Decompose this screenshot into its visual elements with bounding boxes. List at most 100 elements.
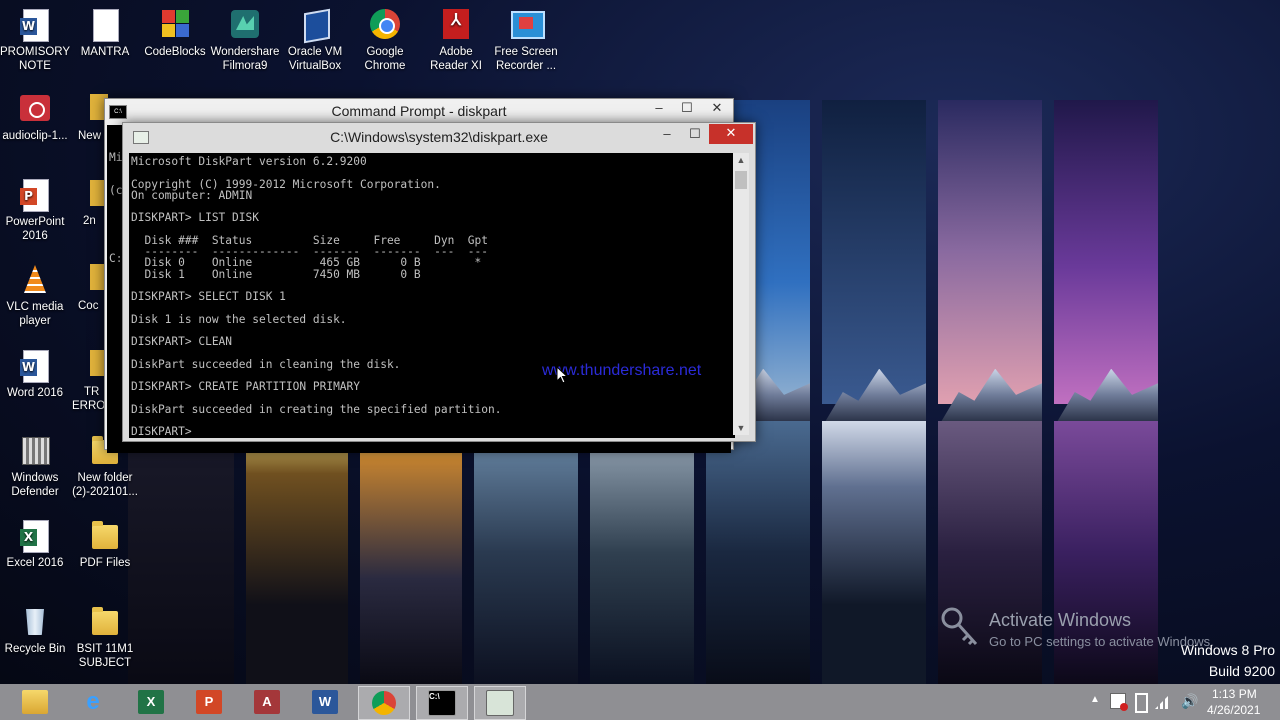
activate-windows-title: Activate Windows (989, 610, 1132, 630)
scroll-down-arrow[interactable]: ▼ (733, 421, 749, 435)
desktop-icon-adobe-reader[interactable]: ⅄ Adobe Reader XI (421, 8, 491, 73)
console-line: DISKPART> (131, 425, 192, 438)
desktop-icon-windows-defender[interactable]: Windows Defender (0, 434, 70, 499)
scroll-thumb[interactable] (735, 171, 747, 189)
desktop-icon-bsit-subject[interactable]: BSIT 11M1 SUBJECT (70, 605, 140, 670)
vertical-scrollbar[interactable]: ▲ ▼ (733, 153, 749, 435)
desktop-icon-virtualbox[interactable]: Oracle VM VirtualBox (280, 8, 350, 73)
word-icon: W (20, 359, 37, 376)
action-center-icon[interactable] (1110, 693, 1128, 711)
desktop-icon-label: VLC media player (6, 301, 64, 327)
word-document-icon: W (20, 18, 37, 35)
desktop-icon-label: PowerPoint 2016 (5, 216, 65, 242)
network-icon[interactable] (1155, 693, 1171, 709)
close-button[interactable]: ✕ (709, 124, 753, 144)
internet-explorer-icon: e (86, 688, 100, 715)
console-line: Disk 0 Online 465 GB 0 B * (131, 256, 482, 270)
desktop-icon-label: Recycle Bin (4, 643, 66, 655)
volume-icon[interactable]: 🔊 (1181, 693, 1198, 710)
desktop-icon-recycle-bin[interactable]: Recycle Bin (0, 605, 70, 656)
desktop-icon-label: PDF Files (79, 557, 131, 569)
window-titlebar[interactable]: C:\Windows\system32\diskpart.exe – ☐ ✕ (123, 123, 755, 151)
virtualbox-icon (298, 8, 332, 44)
taskbar-button[interactable]: P (184, 686, 234, 718)
chrome-taskbar-icon (372, 691, 396, 715)
desktop-icon-mantra[interactable]: MANTRA (70, 8, 140, 59)
screen-recorder-icon (509, 8, 545, 42)
folder-icon (88, 605, 122, 639)
audio-clip-icon (18, 92, 52, 126)
taskbar-button[interactable]: C:\ (416, 686, 468, 720)
console-line: Disk 1 is now the selected disk. (131, 312, 347, 326)
partial-label: 2n (83, 215, 96, 227)
desktop-icon-pdf-files[interactable]: PDF Files (70, 519, 140, 570)
console-output: Microsoft DiskPart version 6.2.9200 Copyr… (129, 153, 735, 438)
taskbar-button[interactable]: e (68, 686, 118, 718)
taskbar-button[interactable]: X (126, 686, 176, 718)
cmd-app-icon: C:\ (109, 105, 127, 119)
desktop-icon-audioclip[interactable]: audioclip-1... (0, 92, 70, 143)
taskbar-button[interactable] (474, 686, 526, 720)
window-titlebar[interactable]: C:\ Command Prompt - diskpart – ☐ ✕ (105, 99, 733, 123)
partial-label: Coc (78, 300, 99, 312)
desktop-icon-label: audioclip-1... (2, 130, 68, 142)
desktop-icon-filmora[interactable]: Wondershare Filmora9 (210, 8, 280, 73)
window-title: C:\Windows\system32\diskpart.exe (330, 129, 548, 145)
console-line: DISKPART> CREATE PARTITION PRIMARY (131, 380, 361, 393)
partial-label: TR (84, 386, 100, 398)
desktop-icon-excel-2016[interactable]: X Excel 2016 (0, 519, 70, 570)
desktop-icon-label: CodeBlocks (144, 46, 206, 58)
taskbar-button[interactable]: W (300, 686, 350, 718)
diskpart-app-icon (133, 131, 149, 144)
windows-edition: Windows 8 Pro (1180, 642, 1275, 658)
console-line: On computer: ADMIN (131, 188, 253, 202)
desktop-icon-label: MANTRA (80, 46, 130, 58)
taskbar: e X P A W C:\ ▲ 🔊 1:13 PM 4/26/2021 (0, 684, 1280, 720)
powerpoint-taskbar-icon: P (196, 690, 222, 714)
close-button[interactable]: ✕ (701, 99, 733, 119)
desktop-icon-label: Oracle VM VirtualBox (287, 46, 343, 72)
command-prompt-taskbar-icon: C:\ (428, 690, 456, 716)
taskbar-button[interactable]: A (242, 686, 292, 718)
maximize-button[interactable]: ☐ (673, 99, 701, 119)
desktop-icon-chrome[interactable]: Google Chrome (350, 8, 420, 73)
file-explorer-icon (22, 690, 48, 714)
desktop-icon-word-2016[interactable]: W Word 2016 (0, 349, 70, 400)
console-line: DISKPART> LIST DISK (131, 211, 259, 225)
vlc-icon (18, 263, 52, 297)
excel-icon: X (20, 529, 37, 546)
diskpart-window[interactable]: C:\Windows\system32\diskpart.exe – ☐ ✕ M… (122, 122, 756, 442)
console-line: Disk 1 Online 7450 MB 0 B (131, 267, 421, 281)
diskpart-taskbar-icon (486, 690, 514, 716)
console-line: DiskPart succeeded in creating the speci… (131, 402, 502, 416)
chrome-icon (368, 8, 402, 42)
blank-document-icon (88, 8, 122, 42)
desktop-icon-vlc[interactable]: VLC media player (0, 263, 70, 328)
desktop-icon-codeblocks[interactable]: CodeBlocks (140, 8, 210, 59)
clock-date[interactable]: 4/26/2021 (1207, 703, 1260, 717)
windows-defender-icon (18, 434, 52, 468)
desktop-icon-free-screen-recorder[interactable]: Free Screen Recorder ... (491, 8, 561, 73)
console-line: Microsoft DiskPart version 6.2.9200 (131, 155, 367, 168)
recycle-bin-icon (18, 605, 52, 639)
mouse-cursor-icon (556, 365, 569, 389)
clock-time[interactable]: 1:13 PM (1212, 687, 1257, 701)
taskbar-button[interactable] (10, 686, 60, 718)
desktop-icon-label: PROMISORY NOTE (0, 46, 71, 72)
scroll-up-arrow[interactable]: ▲ (733, 153, 749, 167)
codeblocks-icon (158, 8, 192, 42)
battery-icon[interactable] (1135, 693, 1148, 713)
maximize-button[interactable]: ☐ (681, 125, 709, 145)
desktop-icon-label: New folder (2)-202101... (72, 472, 138, 498)
desktop-icon-powerpoint[interactable]: P PowerPoint 2016 (0, 178, 70, 243)
minimize-button[interactable]: – (653, 125, 681, 145)
minimize-button[interactable]: – (645, 99, 673, 119)
excel-taskbar-icon: X (138, 690, 164, 714)
taskbar-button[interactable] (358, 686, 410, 720)
desktop-icon-promisory-note[interactable]: W PROMISORY NOTE (0, 8, 70, 73)
tray-overflow-icon[interactable]: ▲ (1090, 694, 1100, 705)
desktop-icon-label: Free Screen Recorder ... (494, 46, 558, 72)
